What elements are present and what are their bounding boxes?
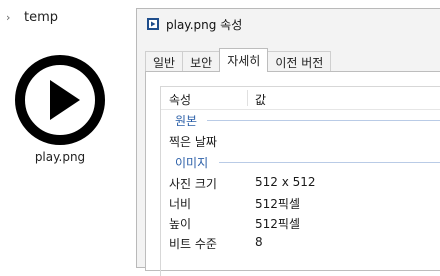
property-key: 사진 크기 [169,177,217,191]
property-row[interactable]: 찍은 날짜 [161,131,440,151]
group-origin: 원본 [161,111,440,129]
column-header: 속성 값 [161,87,440,110]
property-key: 비트 수준 [169,237,217,251]
property-value: 512픽셀 [255,217,300,231]
tab-bar: 일반 보안 자세히 이전 버전 [145,48,332,72]
tab-security[interactable]: 보안 [182,51,221,72]
property-key: 높이 [169,217,192,231]
group-divider [207,120,440,121]
properties-dialog: play.png 속성 일반 보안 자세히 이전 버전 속성 값 원본 찍은 날… [136,8,440,276]
tab-details[interactable]: 자세히 [219,48,269,72]
group-image: 이미지 [161,153,440,171]
property-value: 512픽셀 [255,197,300,211]
tab-previous-versions[interactable]: 이전 버전 [267,51,332,72]
chevron-right-icon[interactable]: › [6,11,16,24]
property-value: 8 [255,235,263,249]
group-divider [219,162,440,163]
property-row[interactable]: 너비 512픽셀 [161,193,440,213]
breadcrumb: › temp [0,0,150,34]
details-list[interactable]: 속성 값 원본 찍은 날짜 이미지 사진 크기 512 x 512 너비 512… [160,86,440,276]
property-value: 512 x 512 [255,175,316,189]
file-name: play.png [34,150,86,164]
dialog-titlebar[interactable]: play.png 속성 [137,9,440,39]
tab-general[interactable]: 일반 [145,51,184,72]
breadcrumb-folder[interactable]: temp [24,10,58,25]
image-file-icon [147,18,159,30]
property-row[interactable]: 비트 수준 8 [161,233,440,253]
property-row[interactable]: 사진 크기 512 x 512 [161,173,440,193]
property-row[interactable]: 높이 512픽셀 [161,213,440,233]
property-key: 너비 [169,197,192,211]
column-divider[interactable] [247,90,248,106]
property-key: 찍은 날짜 [169,135,217,149]
column-property[interactable]: 속성 [169,91,191,108]
play-circle-icon [15,55,105,145]
group-origin-label: 원본 [175,114,198,128]
details-panel: 속성 값 원본 찍은 날짜 이미지 사진 크기 512 x 512 너비 512… [145,71,440,276]
dialog-title: play.png 속성 [166,17,243,32]
column-value[interactable]: 값 [255,91,266,108]
group-image-label: 이미지 [175,156,209,170]
file-item-play-png[interactable]: play.png [10,50,110,170]
